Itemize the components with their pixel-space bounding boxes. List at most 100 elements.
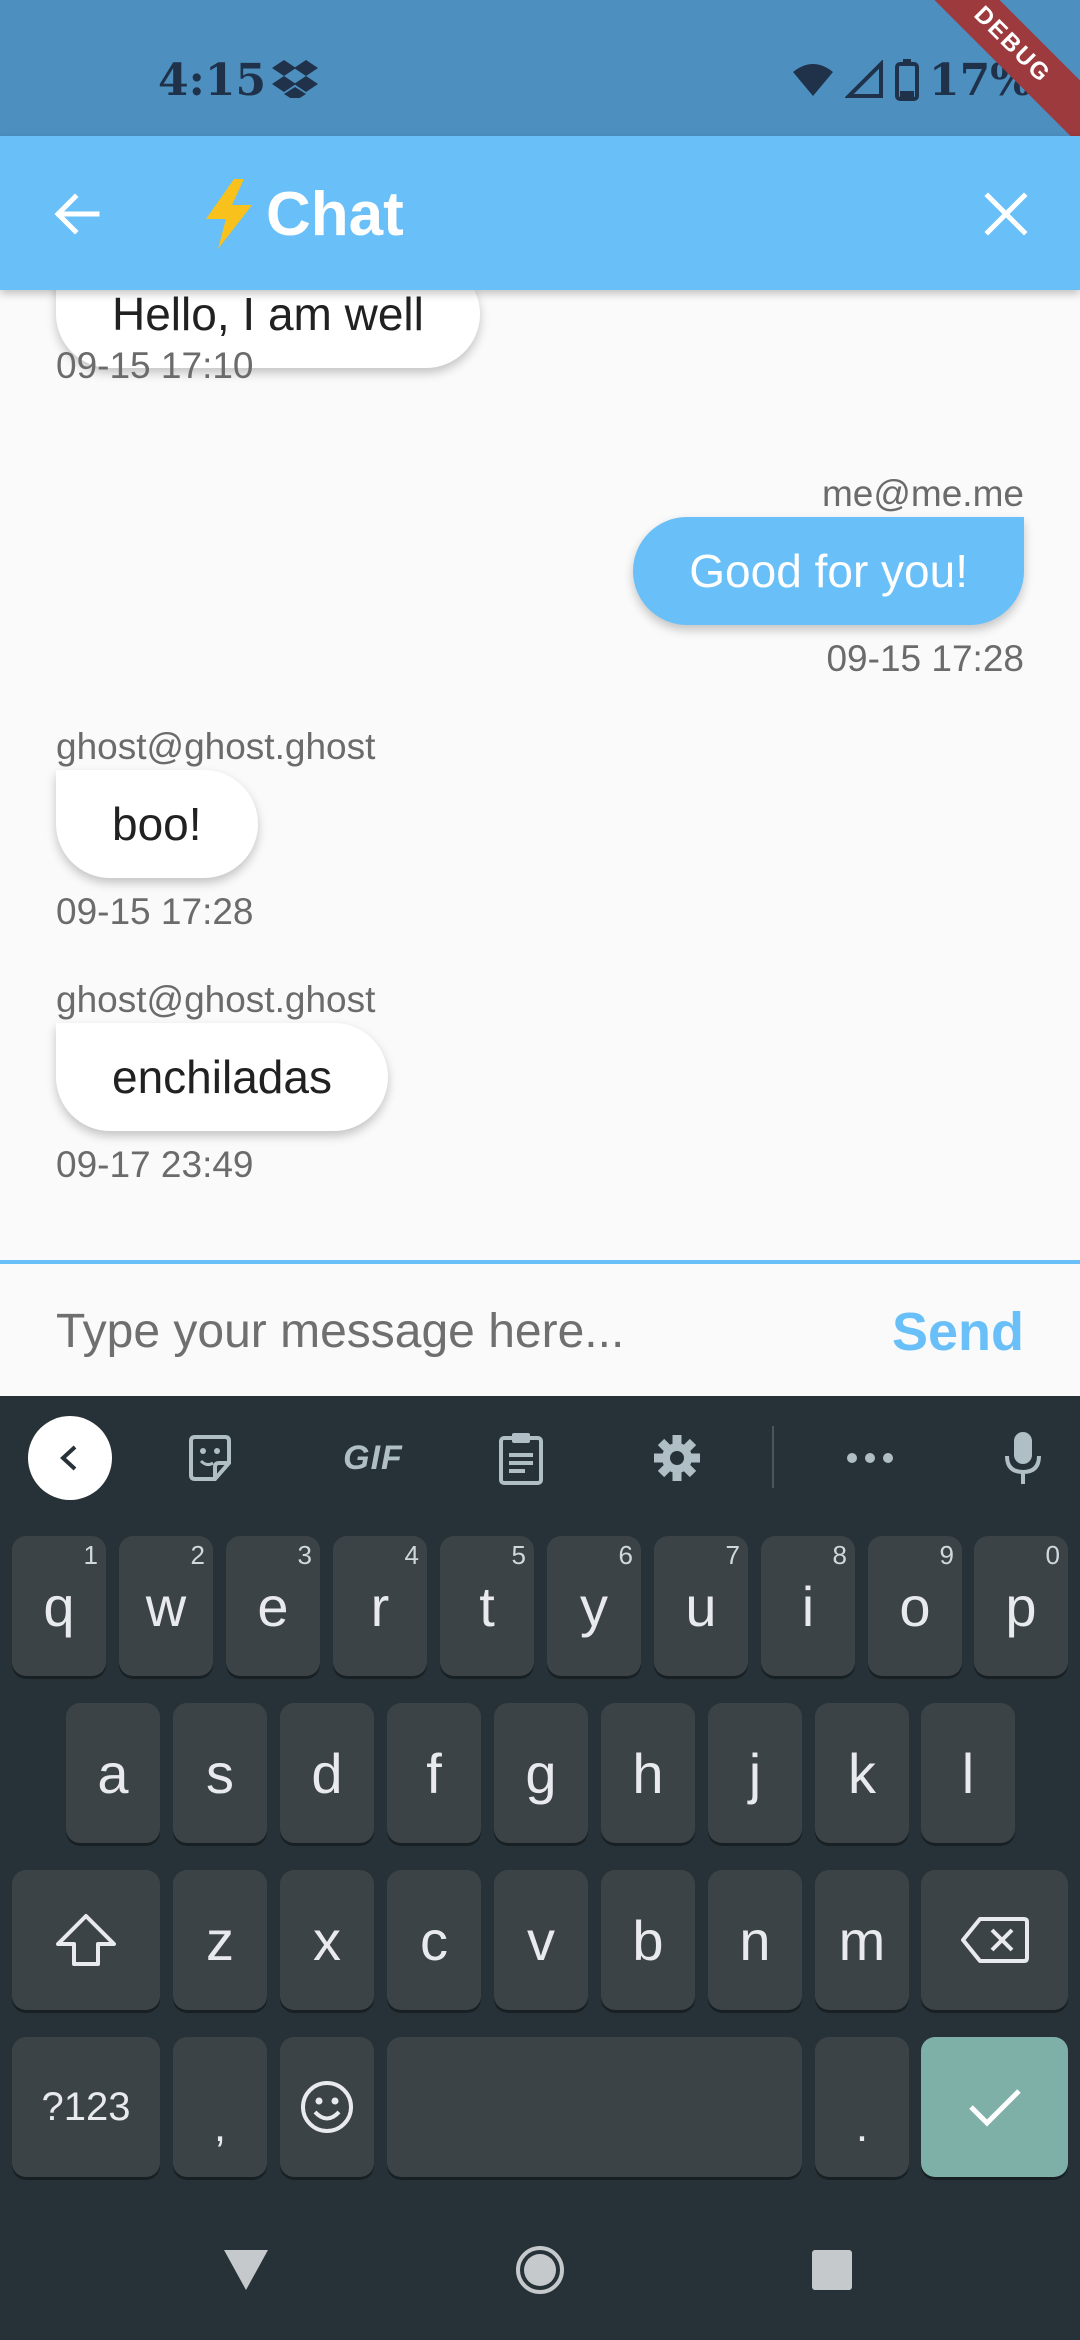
key-c[interactable]: c bbox=[387, 1870, 481, 2010]
key-i[interactable]: i8 bbox=[761, 1536, 855, 1676]
key-label: ?123 bbox=[41, 2084, 131, 2129]
key-comma[interactable]: , bbox=[173, 2037, 267, 2177]
keyboard-toolbar: GIF bbox=[0, 1396, 1080, 1520]
key-label: i bbox=[801, 1574, 815, 1638]
backspace-icon bbox=[960, 1917, 1029, 1963]
key-label: r bbox=[370, 1574, 390, 1638]
message-input[interactable] bbox=[56, 1286, 876, 1376]
back-button[interactable] bbox=[38, 176, 114, 252]
key-h[interactable]: h bbox=[601, 1703, 695, 1843]
key-v[interactable]: v bbox=[494, 1870, 588, 2010]
key-hint: 1 bbox=[83, 1540, 98, 1570]
app-bar: Chat bbox=[0, 136, 1080, 290]
key-label: v bbox=[527, 1908, 555, 1972]
message-list[interactable]: Hello, I am well 09-15 17:10 me@me.me Go… bbox=[0, 290, 1080, 1260]
lightning-icon bbox=[206, 179, 252, 249]
wifi-icon bbox=[792, 64, 833, 96]
key-b[interactable]: b bbox=[601, 1870, 695, 2010]
gear-icon bbox=[654, 1435, 700, 1481]
key-label: m bbox=[838, 1908, 886, 1972]
message-timestamp: 09-15 17:28 bbox=[826, 638, 1024, 679]
message-bubble[interactable]: enchiladas bbox=[56, 1023, 388, 1131]
message-bubble[interactable]: boo! bbox=[56, 770, 258, 878]
message-sender: me@me.me bbox=[821, 473, 1024, 514]
message-timestamp: 09-15 17:28 bbox=[56, 891, 254, 932]
key-label: h bbox=[632, 1741, 664, 1805]
key-g[interactable]: g bbox=[494, 1703, 588, 1843]
home-circle-icon bbox=[516, 2246, 564, 2294]
gif-button[interactable]: GIF bbox=[328, 1422, 418, 1494]
message-timestamp: 09-15 17:10 bbox=[56, 345, 254, 386]
key-s[interactable]: s bbox=[173, 1703, 267, 1843]
emoji-key[interactable] bbox=[280, 2037, 374, 2177]
space-key[interactable] bbox=[387, 2037, 802, 2177]
shift-key[interactable] bbox=[12, 1870, 160, 2010]
message-item: ghost@ghost.ghost boo! 09-15 17:28 bbox=[0, 726, 1080, 932]
voice-input-button[interactable] bbox=[987, 1422, 1059, 1494]
key-t[interactable]: t5 bbox=[440, 1536, 534, 1676]
key-j[interactable]: j bbox=[708, 1703, 802, 1843]
key-w[interactable]: w2 bbox=[119, 1536, 213, 1676]
keyboard-settings-button[interactable] bbox=[641, 1422, 713, 1494]
nav-back-button[interactable] bbox=[206, 2230, 286, 2310]
message-sender: ghost@ghost.ghost bbox=[56, 726, 376, 767]
toolbar-divider bbox=[772, 1426, 774, 1488]
key-label: q bbox=[43, 1574, 75, 1638]
key-x[interactable]: x bbox=[280, 1870, 374, 2010]
key-label: f bbox=[426, 1741, 442, 1805]
key-hint: 2 bbox=[190, 1540, 205, 1570]
chevron-left-icon bbox=[60, 1445, 77, 1471]
key-d[interactable]: d bbox=[280, 1703, 374, 1843]
key-label: a bbox=[97, 1741, 129, 1805]
backspace-key[interactable] bbox=[921, 1870, 1068, 2010]
status-time: 4:15 bbox=[158, 55, 267, 106]
shift-icon bbox=[56, 1914, 116, 1966]
key-p[interactable]: p0 bbox=[974, 1536, 1068, 1676]
more-options-button[interactable] bbox=[834, 1422, 906, 1494]
message-bubble[interactable]: Good for you! bbox=[633, 517, 1024, 625]
nav-recents-button[interactable] bbox=[792, 2230, 872, 2310]
page-title-text: Chat bbox=[266, 179, 404, 249]
clipboard-button[interactable] bbox=[485, 1422, 557, 1494]
key-r[interactable]: r4 bbox=[333, 1536, 427, 1676]
close-button[interactable] bbox=[968, 176, 1044, 252]
cell-signal-icon bbox=[844, 60, 883, 98]
key-n[interactable]: n bbox=[708, 1870, 802, 2010]
key-label: , bbox=[213, 2102, 227, 2151]
emoji-icon bbox=[301, 2081, 353, 2133]
key-hint: 3 bbox=[297, 1540, 312, 1570]
key-hint: 8 bbox=[832, 1540, 847, 1570]
key-z[interactable]: z bbox=[173, 1870, 267, 2010]
key-hint: 9 bbox=[939, 1540, 954, 1570]
sticker-icon bbox=[189, 1435, 231, 1481]
key-a[interactable]: a bbox=[66, 1703, 160, 1843]
key-k[interactable]: k bbox=[815, 1703, 909, 1843]
key-q[interactable]: q1 bbox=[12, 1536, 106, 1676]
key-label: j bbox=[748, 1741, 762, 1805]
key-y[interactable]: y6 bbox=[547, 1536, 641, 1676]
close-icon bbox=[984, 192, 1028, 236]
key-label: p bbox=[1005, 1574, 1037, 1638]
key-o[interactable]: o9 bbox=[868, 1536, 962, 1676]
key-label: g bbox=[525, 1741, 557, 1805]
key-label: b bbox=[632, 1908, 664, 1972]
key-label: . bbox=[855, 2102, 869, 2151]
sticker-button[interactable] bbox=[174, 1422, 246, 1494]
more-horizontal-icon bbox=[847, 1453, 893, 1463]
key-u[interactable]: u7 bbox=[654, 1536, 748, 1676]
message-item: ghost@ghost.ghost enchiladas 09-17 23:49 bbox=[0, 979, 1080, 1185]
send-button[interactable]: Send bbox=[892, 1294, 1024, 1370]
key-m[interactable]: m bbox=[815, 1870, 909, 2010]
nav-home-button[interactable] bbox=[500, 2230, 580, 2310]
key-f[interactable]: f bbox=[387, 1703, 481, 1843]
key-e[interactable]: e3 bbox=[226, 1536, 320, 1676]
key-period[interactable]: . bbox=[815, 2037, 909, 2177]
enter-key[interactable] bbox=[921, 2037, 1068, 2177]
key-l[interactable]: l bbox=[921, 1703, 1015, 1843]
page-title: Chat bbox=[200, 174, 404, 254]
keyboard-collapse-button[interactable] bbox=[28, 1416, 112, 1500]
microphone-icon bbox=[1005, 1432, 1041, 1484]
key-label: x bbox=[313, 1908, 341, 1972]
symbols-key[interactable]: ?123 bbox=[12, 2037, 160, 2177]
status-indicators: 17% bbox=[791, 55, 1032, 106]
